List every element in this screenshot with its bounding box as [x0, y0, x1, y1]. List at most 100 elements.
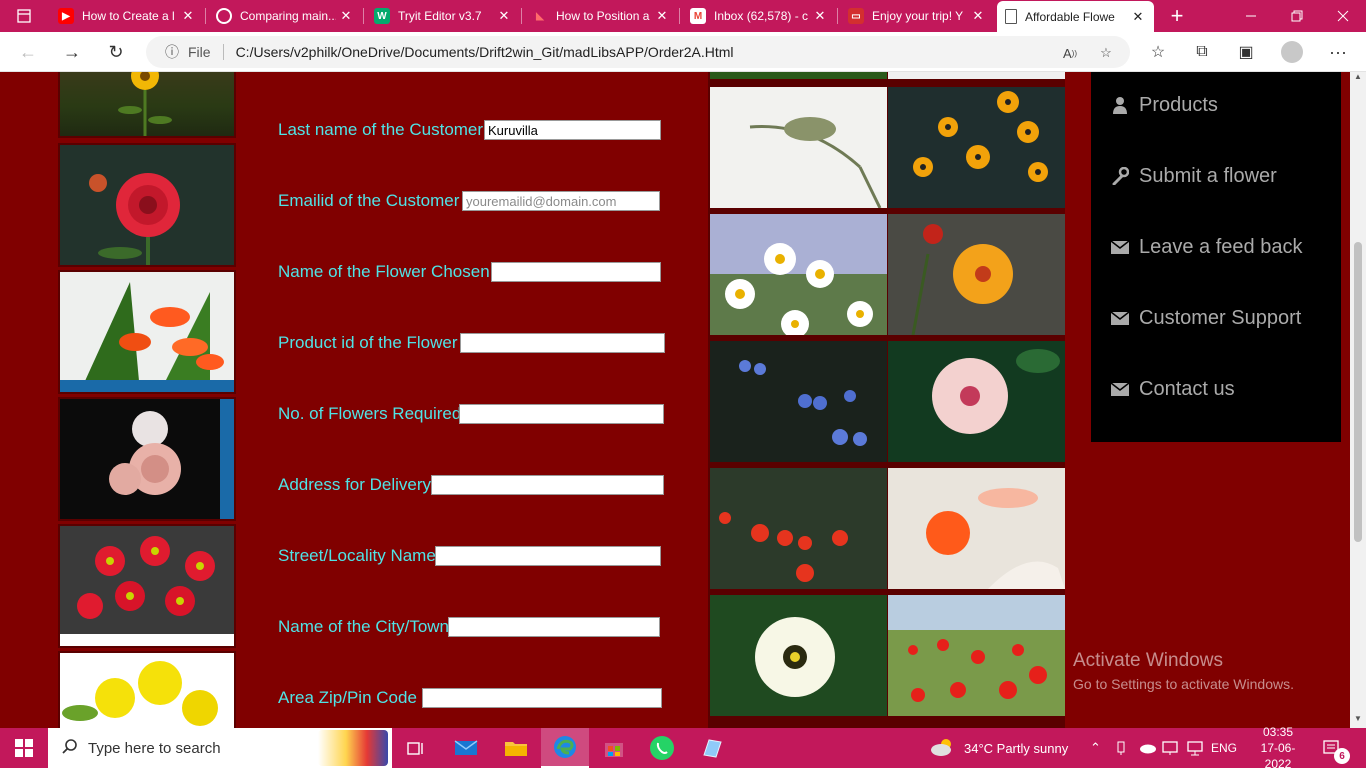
info-icon[interactable]: ⓘ [160, 42, 184, 62]
email-input[interactable] [462, 191, 660, 211]
tab-4[interactable]: M Inbox (62,578) - c ✕ [682, 0, 836, 32]
start-button[interactable] [0, 728, 48, 768]
wrench-icon [1109, 167, 1131, 185]
back-button[interactable]: ← [12, 36, 44, 68]
mail-icon [454, 740, 478, 755]
envelope-icon [1109, 239, 1131, 255]
last-name-input[interactable] [484, 120, 661, 140]
product-id-input[interactable] [460, 333, 665, 353]
street-input[interactable] [435, 546, 661, 566]
url-field[interactable]: ⓘ File C:/Users/v2philk/OneDrive/Documen… [146, 36, 1130, 68]
pen-icon[interactable] [1114, 728, 1128, 768]
refresh-button[interactable]: ↻ [100, 36, 132, 68]
city-input[interactable] [448, 617, 660, 637]
flower-image-orange-nasturtium[interactable] [888, 468, 1065, 589]
edge-app-button[interactable] [541, 728, 589, 768]
close-tab-icon[interactable]: ✕ [810, 8, 830, 24]
onedrive-icon[interactable] [1138, 728, 1156, 768]
tab-3[interactable]: ◣ How to Position a ✕ [524, 0, 678, 32]
tab-0[interactable]: ▶ How to Create a l ✕ [50, 0, 204, 32]
minimize-button[interactable] [1228, 0, 1274, 32]
github-icon [216, 8, 232, 24]
flower-image-blue-flowers[interactable] [710, 341, 887, 462]
restore-button[interactable] [1274, 0, 1320, 32]
language-indicator[interactable]: ENG [1211, 728, 1237, 768]
file-label: File [188, 44, 211, 60]
zip-input[interactable] [422, 688, 662, 708]
tab-1[interactable]: Comparing main... ✕ [208, 0, 362, 32]
tab-2[interactable]: W Tryit Editor v3.7 ✕ [366, 0, 520, 32]
flower-image-orange-hibiscus[interactable] [888, 214, 1065, 336]
forward-button[interactable]: → [56, 36, 88, 68]
more-menu-icon[interactable]: ··· [1326, 40, 1350, 64]
flower-image-thistle[interactable] [710, 87, 887, 209]
search-icon [62, 738, 78, 758]
clock[interactable]: 03:35 17-06-2022 [1252, 725, 1304, 768]
flower-image-top-right[interactable] [888, 72, 1065, 79]
address-input[interactable] [431, 475, 664, 495]
flower-image-pink-hibiscus[interactable] [888, 341, 1065, 462]
close-tab-icon[interactable]: ✕ [336, 8, 356, 24]
menu-item-feedback[interactable]: Leave a feed back [1109, 232, 1302, 262]
add-favorite-icon[interactable]: ☆ [1096, 43, 1116, 63]
scrollbar-thumb[interactable] [1354, 242, 1362, 542]
product-id-label: Product id of the Flower : [278, 333, 467, 352]
windows-taskbar: Type here to search 34°C Partly sunny ⌃ [0, 725, 1366, 768]
menu-item-customer-support[interactable]: Customer Support [1109, 303, 1301, 333]
new-tab-button[interactable]: + [1154, 0, 1200, 32]
quantity-input[interactable] [459, 404, 664, 424]
scanner-icon [703, 739, 722, 758]
flower-image-red-gerbera[interactable] [58, 524, 236, 648]
weather-widget[interactable]: 34°C Partly sunny [930, 728, 1068, 768]
flower-image-white-flower[interactable] [710, 595, 887, 716]
url-text[interactable]: C:/Users/v2philk/OneDrive/Documents/Drif… [236, 44, 734, 60]
flower-image-yellow-chrysanthemum[interactable] [58, 651, 236, 728]
restore-icon [1291, 10, 1303, 22]
scroll-up-icon[interactable]: ▲ [1350, 72, 1366, 86]
city-label: Name of the City/Town: [278, 617, 454, 636]
flower-image-yellow-daisy[interactable] [58, 72, 236, 138]
close-tab-icon[interactable]: ✕ [178, 8, 198, 24]
flower-image-red-dahlia[interactable] [58, 143, 236, 267]
scan-app-button[interactable] [688, 728, 736, 768]
menu-item-products[interactable]: Products [1109, 90, 1218, 120]
show-hidden-icons-icon[interactable]: ⌃ [1090, 728, 1101, 768]
flower-image-poppy-meadow[interactable] [888, 595, 1065, 716]
browser-essentials-icon[interactable]: ▣ [1234, 40, 1258, 64]
scroll-down-icon[interactable]: ▼ [1350, 714, 1366, 728]
mail-app-button[interactable] [442, 728, 490, 768]
flower-image-white-daisies[interactable] [710, 214, 887, 338]
notifications-button[interactable]: 6 [1322, 728, 1350, 768]
close-tab-icon[interactable]: ✕ [652, 8, 672, 24]
street-label: Street/Locality Name: [278, 546, 441, 565]
close-tab-icon[interactable]: ✕ [968, 8, 988, 24]
menu-item-submit-flower[interactable]: Submit a flower [1109, 161, 1277, 191]
flower-name-input[interactable] [491, 262, 661, 282]
store-app-button[interactable] [590, 728, 638, 768]
network-icon[interactable] [1186, 728, 1204, 768]
menu-item-label: Products [1139, 93, 1218, 116]
close-tab-icon[interactable]: ✕ [494, 8, 514, 24]
whatsapp-app-button[interactable] [638, 728, 686, 768]
flower-image-black-eyed-susan[interactable] [888, 87, 1065, 208]
profile-avatar[interactable] [1280, 40, 1304, 64]
close-tab-icon[interactable]: ✕ [1128, 9, 1148, 25]
tab-5[interactable]: ▭ Enjoy your trip! Y ✕ [840, 0, 994, 32]
read-aloud-icon[interactable]: A)) [1060, 43, 1080, 63]
flower-image-top-left[interactable] [710, 72, 887, 79]
flower-image-orange-clivia[interactable] [58, 270, 236, 394]
flower-image-pink-rose[interactable] [58, 397, 236, 521]
menu-item-contact-us[interactable]: Contact us [1109, 374, 1235, 404]
favorites-icon[interactable]: ☆ [1146, 40, 1170, 64]
menu-item-label: Submit a flower [1139, 164, 1277, 187]
flower-image-red-poppies-field[interactable] [710, 468, 887, 589]
close-window-button[interactable] [1320, 0, 1366, 32]
display-icon[interactable] [1162, 728, 1180, 768]
file-explorer-button[interactable] [492, 728, 540, 768]
tab-6-active[interactable]: Affordable Flowe ✕ [997, 1, 1154, 32]
collections-icon[interactable]: ⧉ [1190, 40, 1214, 64]
taskbar-search[interactable]: Type here to search [48, 728, 392, 768]
tab-actions-button[interactable] [2, 0, 46, 32]
vertical-scrollbar[interactable]: ▲ ▼ [1350, 72, 1366, 728]
task-view-button[interactable] [392, 728, 440, 768]
